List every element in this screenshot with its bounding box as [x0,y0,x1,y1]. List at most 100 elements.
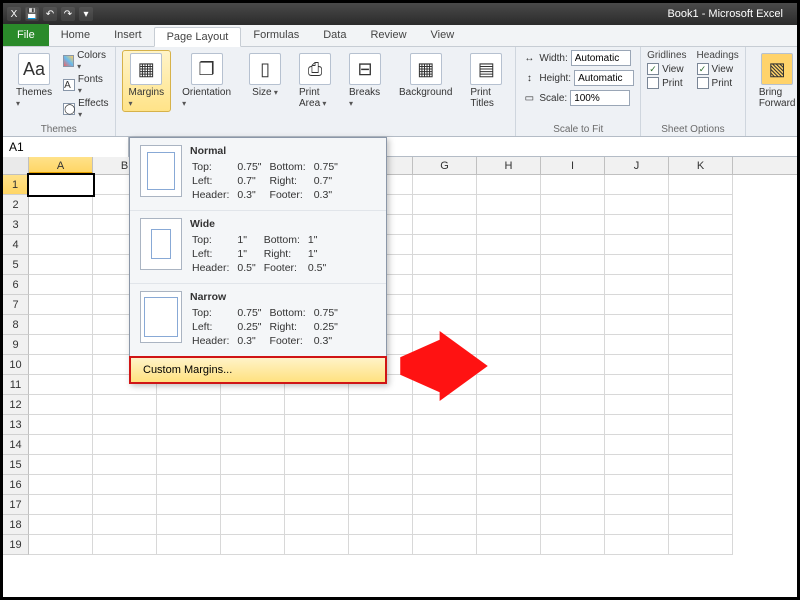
margins-option-narrow[interactable]: NarrowTop:0.75"Bottom:0.75"Left:0.25"Rig… [130,284,386,357]
headings-print-checkbox[interactable]: Print [697,77,739,89]
margins-button[interactable]: ▦Margins [122,50,172,112]
tab-insert[interactable]: Insert [102,26,154,46]
margins-option-normal[interactable]: NormalTop:0.75"Bottom:0.75"Left:0.7"Righ… [130,138,386,211]
qat-dropdown-icon[interactable]: ▾ [79,7,93,21]
group-scale-to-fit: ↔Width: ↕Height: ▭Scale: Scale to Fit [515,47,641,136]
redo-icon[interactable]: ↷ [61,7,75,21]
effects-icon: ◯ [63,103,75,115]
row-header[interactable]: 9 [3,335,29,355]
row-header[interactable]: 13 [3,415,29,435]
scale-input[interactable] [570,90,630,106]
name-box[interactable]: A1 [3,137,129,157]
height-input[interactable] [574,70,634,86]
save-icon[interactable]: 💾 [25,7,39,21]
fonts-label: Fonts [78,74,109,96]
row-header[interactable]: 17 [3,495,29,515]
margins-dropdown: NormalTop:0.75"Bottom:0.75"Left:0.7"Righ… [129,137,387,384]
fonts-button[interactable]: AFonts [63,74,108,96]
group-themes: Aa Themes Colors AFonts ◯Effects Themes [3,47,116,136]
tab-data[interactable]: Data [311,26,358,46]
margin-option-text: WideTop:1"Bottom:1"Left:1"Right:1"Header… [190,218,334,276]
row-header[interactable]: 7 [3,295,29,315]
row-header[interactable]: 2 [3,195,29,215]
margins-option-wide[interactable]: WideTop:1"Bottom:1"Left:1"Right:1"Header… [130,211,386,284]
headings-view-checkbox[interactable]: View [697,63,739,75]
select-all-corner[interactable] [3,157,29,174]
excel-icon: X [7,7,21,21]
background-button[interactable]: ▦ Background [392,50,459,101]
margins-icon: ▦ [130,53,162,85]
orientation-icon: ❐ [191,53,223,85]
annotation-arrow [399,331,489,401]
tab-page-layout[interactable]: Page Layout [154,27,242,47]
print-area-label: Print Area [299,87,331,109]
margins-label: Margins [129,87,165,109]
gridlines-view-label: View [662,64,684,75]
row-header[interactable]: 14 [3,435,29,455]
orientation-button[interactable]: ❐Orientation [175,50,238,112]
row-header[interactable]: 6 [3,275,29,295]
print-area-icon: ⎙ [299,53,331,85]
row-header[interactable]: 11 [3,375,29,395]
row-header[interactable]: 15 [3,455,29,475]
column-header[interactable]: H [477,157,541,174]
row-header[interactable]: 3 [3,215,29,235]
file-tab[interactable]: File [3,24,49,46]
size-button[interactable]: ▯ Size [242,50,288,101]
colors-icon [63,55,74,67]
tab-formulas[interactable]: Formulas [241,26,311,46]
column-header[interactable]: J [605,157,669,174]
row-header[interactable]: 4 [3,235,29,255]
undo-icon[interactable]: ↶ [43,7,57,21]
row-header[interactable]: 10 [3,355,29,375]
scale-label: Scale: [539,93,567,104]
effects-button[interactable]: ◯Effects [63,98,108,120]
width-label: Width: [539,53,567,64]
fonts-icon: A [63,79,75,91]
column-header[interactable]: G [413,157,477,174]
tab-view[interactable]: View [419,26,467,46]
gridlines-print-checkbox[interactable]: Print [647,77,686,89]
row-header[interactable]: 12 [3,395,29,415]
effects-label: Effects [78,98,108,120]
tab-home[interactable]: Home [49,26,102,46]
print-titles-button[interactable]: ▤Print Titles [463,50,509,112]
group-arrange: ▧Bring Forward [746,47,800,136]
row-header[interactable]: 5 [3,255,29,275]
column-header[interactable]: I [541,157,605,174]
row-header[interactable]: 16 [3,475,29,495]
custom-margins-button[interactable]: Custom Margins... [129,356,387,384]
size-label: Size [252,87,278,98]
margin-option-text: NarrowTop:0.75"Bottom:0.75"Left:0.25"Rig… [190,291,346,349]
group-title-themes: Themes [9,123,109,135]
group-title-sheet-options: Sheet Options [647,123,739,135]
column-header[interactable]: A [29,157,93,174]
orientation-label: Orientation [182,87,231,109]
margin-preview-icon [140,145,182,197]
themes-button[interactable]: Aa Themes [9,50,59,112]
margin-preview-icon [140,218,182,270]
group-page-setup: ▦Margins ❐Orientation ▯Size ⎙Print Area … [116,47,516,136]
print-area-button[interactable]: ⎙Print Area [292,50,338,112]
colors-button[interactable]: Colors [63,50,108,72]
row-header[interactable]: 19 [3,535,29,555]
worksheet-grid[interactable]: ABCDEFGHIJK 1234567891011121314151617181… [3,157,797,175]
breaks-button[interactable]: ⊟Breaks [342,50,388,112]
selected-cell[interactable] [29,175,93,195]
background-icon: ▦ [410,53,442,85]
row-header[interactable]: 18 [3,515,29,535]
headings-print-label: Print [712,78,733,89]
column-header[interactable]: K [669,157,733,174]
background-label: Background [399,87,452,98]
print-titles-label: Print Titles [470,87,502,109]
width-input[interactable] [571,50,631,66]
width-icon: ↔ [522,53,536,64]
headings-view-label: View [712,64,734,75]
breaks-icon: ⊟ [349,53,381,85]
bring-forward-button[interactable]: ▧Bring Forward [752,50,800,112]
tab-review[interactable]: Review [358,26,418,46]
gridlines-view-checkbox[interactable]: View [647,63,686,75]
row-header[interactable]: 1 [3,175,29,195]
row-header[interactable]: 8 [3,315,29,335]
size-icon: ▯ [249,53,281,85]
